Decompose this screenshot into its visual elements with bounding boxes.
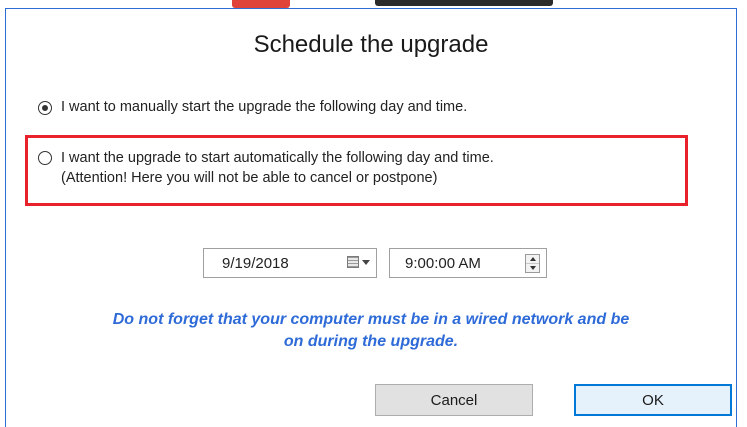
option-automatic-start[interactable]: I want the upgrade to start automaticall… <box>38 148 494 188</box>
chevron-down-icon <box>362 259 370 265</box>
cancel-button[interactable]: Cancel <box>375 384 533 416</box>
time-value[interactable]: 9:00:00 AM <box>405 255 481 272</box>
background-logo-fragment <box>232 0 290 8</box>
notice-line: Do not forget that your computer must be… <box>112 311 630 328</box>
spin-up-button[interactable] <box>526 255 539 264</box>
calendar-dropdown-button[interactable] <box>347 256 370 268</box>
time-picker[interactable]: 9:00:00 AM <box>389 248 547 278</box>
ok-button[interactable]: OK <box>574 384 732 416</box>
wired-network-notice: Do not forget that your computer must be… <box>6 309 736 353</box>
date-picker[interactable]: 9/19/2018 <box>203 248 377 278</box>
schedule-upgrade-dialog: Schedule the upgrade I want to manually … <box>5 8 737 427</box>
option-automatic-start-label: I want the upgrade to start automaticall… <box>61 150 494 166</box>
option-automatic-start-warning: (Attention! Here you will not be able to… <box>61 170 438 186</box>
spin-down-button[interactable] <box>526 264 539 272</box>
option-manual-start-label: I want to manually start the upgrade the… <box>61 99 468 115</box>
calendar-icon <box>347 256 359 268</box>
dialog-title: Schedule the upgrade <box>253 31 489 58</box>
notice-line: on during the upgrade. <box>283 333 459 350</box>
option-manual-start[interactable]: I want to manually start the upgrade the… <box>38 99 467 115</box>
radio-manual-start[interactable] <box>38 101 52 115</box>
date-value[interactable]: 9/19/2018 <box>222 255 289 272</box>
arrow-down-icon <box>529 266 536 270</box>
background-logo-fragment <box>375 0 553 6</box>
arrow-up-icon <box>529 257 536 261</box>
spinner-icon[interactable] <box>525 254 540 273</box>
radio-automatic-start[interactable] <box>38 151 52 165</box>
